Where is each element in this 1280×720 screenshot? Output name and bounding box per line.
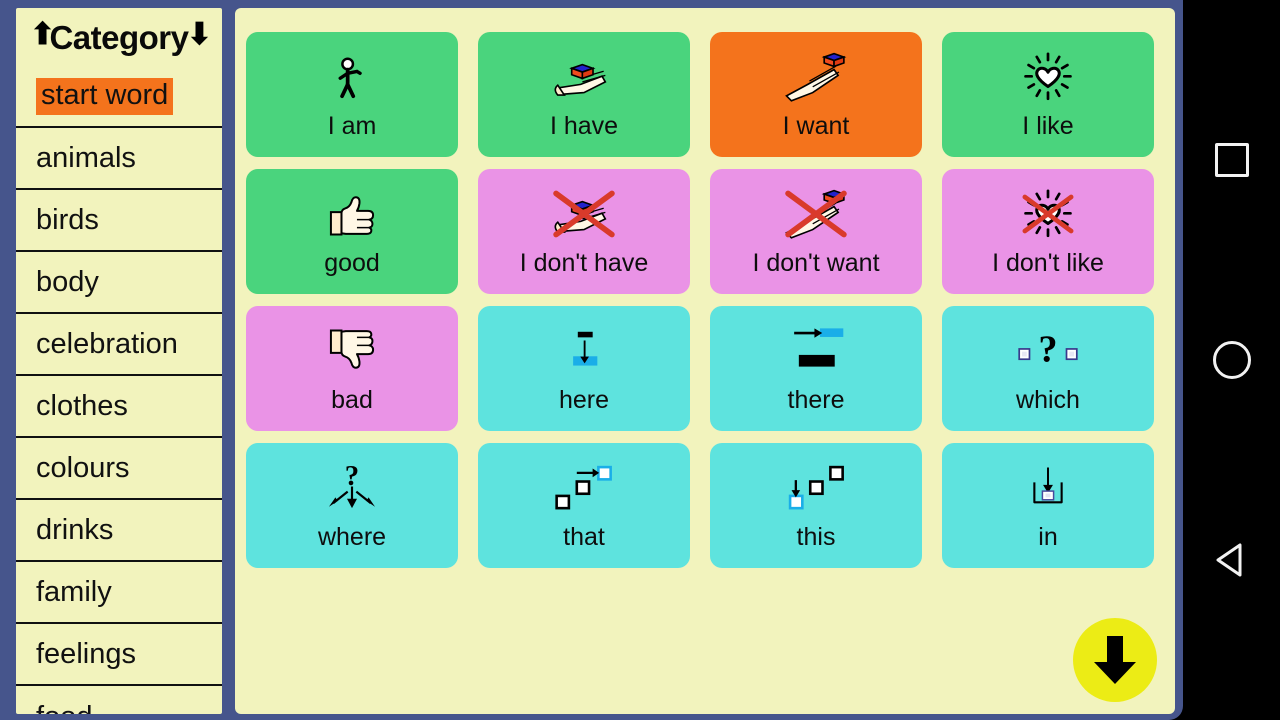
- sidebar-item-family[interactable]: family: [16, 562, 222, 624]
- thumbs-up-icon: [246, 175, 458, 253]
- word-cell-i-am[interactable]: I am: [246, 32, 458, 157]
- word-cell-here[interactable]: here: [478, 306, 690, 431]
- word-cell-label: here: [558, 386, 610, 414]
- word-cell-in[interactable]: in: [942, 443, 1154, 568]
- category-sidebar: ⬆ Category ⬇ start word animals birds body c…: [16, 8, 222, 714]
- sidebar-item-start-word[interactable]: start word: [16, 66, 222, 128]
- back-button[interactable]: [1183, 530, 1280, 590]
- word-cell-label: I am: [327, 112, 377, 140]
- android-navigation-bar: [1183, 0, 1280, 720]
- hand-holding-cube-crossed-icon: [478, 175, 690, 253]
- sidebar-item-feelings[interactable]: feelings: [16, 624, 222, 686]
- sidebar-item-celebration[interactable]: celebration: [16, 314, 222, 376]
- sidebar-item-label: body: [36, 265, 99, 298]
- home-circle-icon: [1212, 341, 1251, 379]
- sidebar-item-body[interactable]: body: [16, 252, 222, 314]
- thumbs-down-icon: [246, 312, 458, 390]
- sidebar-item-drinks[interactable]: drinks: [16, 500, 222, 562]
- word-cell-i-don-t-like[interactable]: I don't like: [942, 169, 1154, 294]
- word-cell-good[interactable]: good: [246, 169, 458, 294]
- arrow-up-icon[interactable]: ⬆: [30, 20, 55, 50]
- arrow-down-icon[interactable]: ⬇: [187, 20, 212, 50]
- word-cell-where[interactable]: ? where: [246, 443, 458, 568]
- word-cell-i-like[interactable]: I like: [942, 32, 1154, 157]
- word-cell-label: there: [787, 386, 845, 414]
- sidebar-item-label: animals: [36, 141, 136, 174]
- sidebar-item-label: start word: [36, 77, 174, 115]
- word-cell-that[interactable]: that: [478, 443, 690, 568]
- arrow-down-icon: [1094, 636, 1136, 684]
- arrow-down-to-near-bar-icon: [478, 312, 690, 390]
- word-cell-label: which: [1016, 386, 1080, 414]
- screen: ⬆ Category ⬇ start word animals birds body c…: [0, 0, 1280, 720]
- word-cell-i-don-t-have[interactable]: I don't have: [478, 169, 690, 294]
- home-button[interactable]: [1183, 330, 1280, 390]
- sidebar-item-label: family: [36, 575, 112, 608]
- back-triangle-icon: [1216, 543, 1241, 577]
- sidebar-item-label: colours: [36, 451, 130, 484]
- word-cell-label: this: [796, 523, 836, 551]
- word-cell-there[interactable]: there: [710, 306, 922, 431]
- sidebar-item-food[interactable]: food: [16, 686, 222, 714]
- word-cell-label: I don't have: [519, 249, 649, 277]
- radiating-heart-icon: [942, 38, 1154, 116]
- word-cell-i-have[interactable]: I have: [478, 32, 690, 157]
- hand-holding-cube-icon: [478, 38, 690, 116]
- sidebar-header: ⬆ Category ⬇: [16, 8, 222, 66]
- word-cell-label: I don't want: [752, 249, 880, 277]
- word-cell-i-don-t-want[interactable]: I don't want: [710, 169, 922, 294]
- arrow-into-container-icon: [942, 449, 1154, 527]
- scroll-down-button[interactable]: [1073, 618, 1157, 702]
- word-cell-label: I want: [782, 112, 850, 140]
- word-cell-i-want[interactable]: I want: [710, 32, 922, 157]
- svg-text:?: ?: [1038, 328, 1057, 370]
- sidebar-item-label: clothes: [36, 389, 128, 422]
- sidebar-item-label: celebration: [36, 327, 178, 360]
- person-pointing-self-icon: [246, 38, 458, 116]
- word-cell-label: good: [324, 249, 380, 277]
- arrow-right-to-far-bar-icon: [710, 312, 922, 390]
- word-cell-which[interactable]: ? which: [942, 306, 1154, 431]
- radiating-heart-crossed-icon: [942, 175, 1154, 253]
- word-cell-label: in: [1038, 523, 1058, 551]
- arrow-to-near-square-icon: [710, 449, 922, 527]
- word-board-panel: I am I have I want I like good I don't have I …: [235, 8, 1175, 714]
- question-between-squares-icon: ?: [942, 312, 1154, 390]
- word-cell-label: I like: [1022, 112, 1074, 140]
- word-cell-label: I have: [549, 112, 619, 140]
- hand-reaching-cube-icon: [710, 38, 922, 116]
- question-with-diverging-arrows-icon: ?: [246, 449, 458, 527]
- sidebar-item-label: drinks: [36, 513, 114, 546]
- sidebar-title: Category: [49, 18, 189, 56]
- sidebar-item-colours[interactable]: colours: [16, 438, 222, 500]
- word-cell-label: that: [563, 523, 605, 551]
- sidebar-item-label: feelings: [36, 637, 136, 670]
- word-cell-bad[interactable]: bad: [246, 306, 458, 431]
- word-cell-label: bad: [331, 386, 373, 414]
- sidebar-item-label: food: [36, 702, 92, 714]
- sidebar-item-animals[interactable]: animals: [16, 128, 222, 190]
- sidebar-item-label: birds: [36, 203, 99, 236]
- hand-reaching-cube-crossed-icon: [710, 175, 922, 253]
- category-list: start word animals birds body celebration clo…: [16, 66, 222, 714]
- recents-button[interactable]: [1183, 130, 1280, 190]
- sidebar-item-birds[interactable]: birds: [16, 190, 222, 252]
- arrow-to-far-square-icon: [478, 449, 690, 527]
- recents-square-icon: [1214, 143, 1249, 177]
- word-grid: I am I have I want I like good I don't have I …: [246, 32, 1164, 568]
- word-cell-this[interactable]: this: [710, 443, 922, 568]
- word-cell-label: I don't like: [992, 249, 1104, 277]
- sidebar-item-clothes[interactable]: clothes: [16, 376, 222, 438]
- word-cell-label: where: [317, 523, 387, 551]
